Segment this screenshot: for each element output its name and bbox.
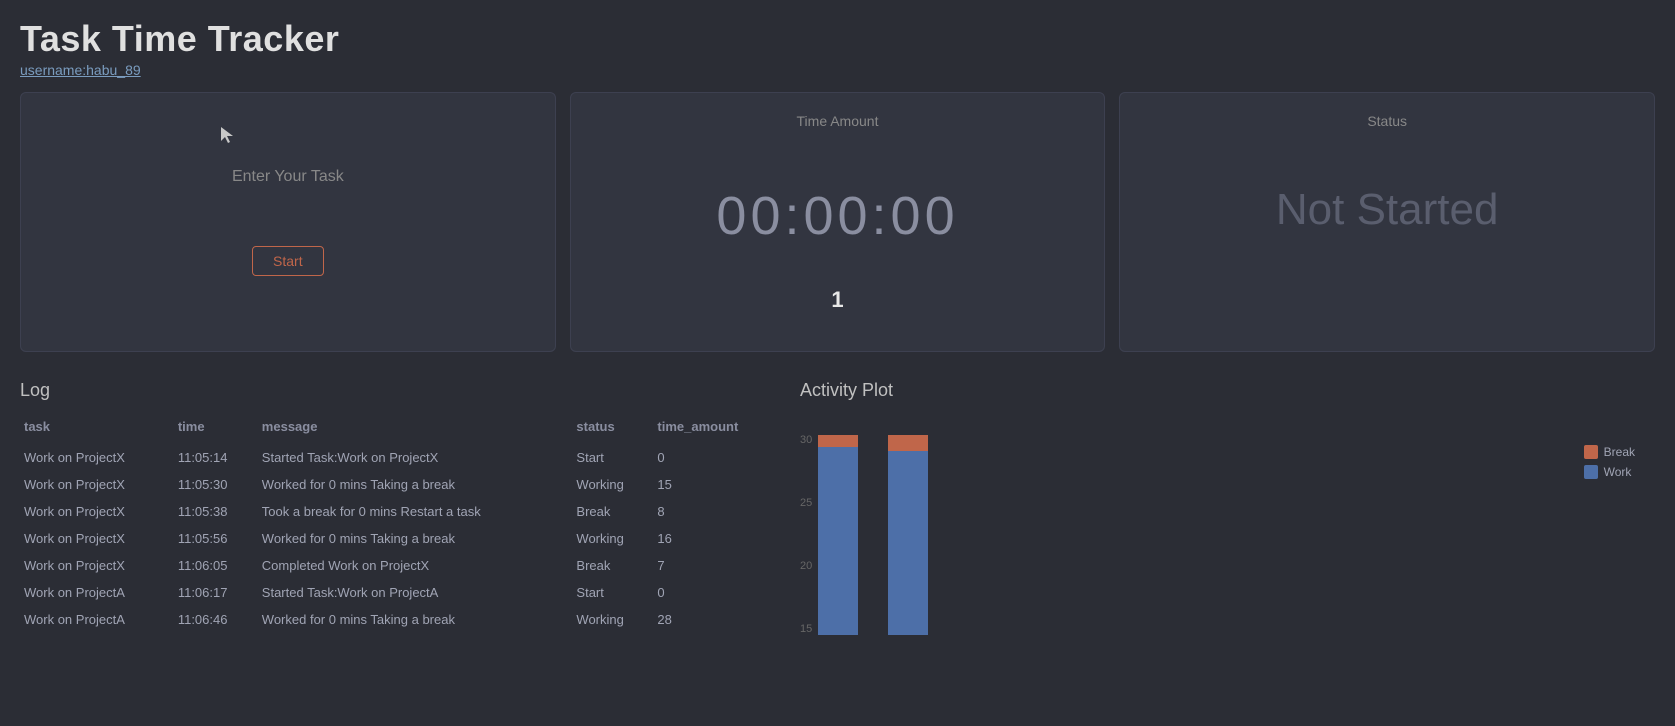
cell-time_amount: 0 <box>653 444 780 471</box>
cell-status: Start <box>572 444 653 471</box>
bar-stack <box>888 435 928 635</box>
y-axis-label: 15 <box>800 624 812 635</box>
status-card-label: Status <box>1367 113 1407 129</box>
bars-area: Break Work <box>818 435 1655 635</box>
y-axis-label: 30 <box>800 435 812 446</box>
cell-task: Work on ProjectX <box>20 498 174 525</box>
legend-break: Break <box>1584 445 1635 459</box>
cell-time_amount: 16 <box>653 525 780 552</box>
cell-status: Break <box>572 552 653 579</box>
log-table: task time message status time_amount Wor… <box>20 415 780 633</box>
y-axis: 30 25 20 15 <box>800 435 812 635</box>
start-button[interactable]: Start <box>252 246 324 276</box>
table-row: Work on ProjectA11:06:46Worked for 0 min… <box>20 606 780 633</box>
cell-message: Started Task:Work on ProjectX <box>258 444 573 471</box>
col-status: status <box>572 415 653 444</box>
cell-task: Work on ProjectA <box>20 606 174 633</box>
bar-work-segment <box>888 451 928 635</box>
username-link[interactable]: username:habu_89 <box>20 62 141 78</box>
bar-group <box>818 435 858 635</box>
cell-time: 11:05:14 <box>174 444 258 471</box>
log-table-body: Work on ProjectX11:05:14Started Task:Wor… <box>20 444 780 633</box>
log-title: Log <box>20 380 780 401</box>
cell-time: 11:05:30 <box>174 471 258 498</box>
task-input[interactable] <box>41 168 535 186</box>
cell-time_amount: 15 <box>653 471 780 498</box>
cell-status: Working <box>572 525 653 552</box>
app-title: Task Time Tracker <box>20 18 1655 60</box>
col-message: message <box>258 415 573 444</box>
cell-message: Completed Work on ProjectX <box>258 552 573 579</box>
table-row: Work on ProjectX11:05:30Worked for 0 min… <box>20 471 780 498</box>
bar-break-segment <box>818 435 858 447</box>
legend-break-color <box>1584 445 1598 459</box>
col-task: task <box>20 415 174 444</box>
time-count: 1 <box>831 287 843 313</box>
cell-time: 11:06:17 <box>174 579 258 606</box>
cell-time: 11:06:46 <box>174 606 258 633</box>
y-axis-label: 25 <box>800 498 812 509</box>
cell-time: 11:05:56 <box>174 525 258 552</box>
cell-time: 11:06:05 <box>174 552 258 579</box>
cell-message: Worked for 0 mins Taking a break <box>258 525 573 552</box>
cell-task: Work on ProjectX <box>20 552 174 579</box>
bar-stack <box>818 435 858 635</box>
cell-status: Start <box>572 579 653 606</box>
table-row: Work on ProjectX11:05:14Started Task:Wor… <box>20 444 780 471</box>
log-table-header: task time message status time_amount <box>20 415 780 444</box>
cell-message: Took a break for 0 mins Restart a task <box>258 498 573 525</box>
col-time: time <box>174 415 258 444</box>
chart-container: 30 25 20 15 Break Work <box>800 415 1655 635</box>
task-input-area: Start <box>41 113 535 331</box>
cell-status: Working <box>572 471 653 498</box>
cell-time: 11:05:38 <box>174 498 258 525</box>
log-section: Log task time message status time_amount… <box>20 380 780 635</box>
legend-work-color <box>1584 465 1598 479</box>
cell-task: Work on ProjectX <box>20 525 174 552</box>
cell-time_amount: 8 <box>653 498 780 525</box>
legend-work: Work <box>1584 465 1635 479</box>
col-time-amount: time_amount <box>653 415 780 444</box>
time-card-label: Time Amount <box>797 113 879 129</box>
table-row: Work on ProjectX11:06:05Completed Work o… <box>20 552 780 579</box>
cell-status: Working <box>572 606 653 633</box>
bottom-section: Log task time message status time_amount… <box>0 360 1675 635</box>
legend-break-label: Break <box>1604 445 1635 459</box>
cell-time_amount: 7 <box>653 552 780 579</box>
bar-break-segment <box>888 435 928 451</box>
task-card: Start <box>20 92 556 352</box>
y-axis-label: 20 <box>800 561 812 572</box>
cell-time_amount: 28 <box>653 606 780 633</box>
status-text: Not Started <box>1276 185 1499 235</box>
time-display: 00:00:00 <box>716 185 958 247</box>
table-row: Work on ProjectX11:05:56Worked for 0 min… <box>20 525 780 552</box>
legend-work-label: Work <box>1604 465 1632 479</box>
bar-work-segment <box>818 447 858 635</box>
table-row: Work on ProjectA11:06:17Started Task:Wor… <box>20 579 780 606</box>
plot-section: Activity Plot 30 25 20 15 Break Work <box>800 380 1655 635</box>
cell-task: Work on ProjectX <box>20 444 174 471</box>
cell-message: Started Task:Work on ProjectA <box>258 579 573 606</box>
table-row: Work on ProjectX11:05:38Took a break for… <box>20 498 780 525</box>
top-cards: Start Time Amount 00:00:00 1 Status Not … <box>0 92 1675 352</box>
cell-task: Work on ProjectX <box>20 471 174 498</box>
status-card: Status Not Started <box>1119 92 1655 352</box>
plot-title: Activity Plot <box>800 380 1655 401</box>
bar-group <box>888 435 928 635</box>
time-card: Time Amount 00:00:00 1 <box>570 92 1106 352</box>
page-header: Task Time Tracker username:habu_89 <box>0 0 1675 88</box>
cell-time_amount: 0 <box>653 579 780 606</box>
cell-task: Work on ProjectA <box>20 579 174 606</box>
chart-legend: Break Work <box>1584 445 1635 479</box>
cell-status: Break <box>572 498 653 525</box>
cell-message: Worked for 0 mins Taking a break <box>258 606 573 633</box>
cell-message: Worked for 0 mins Taking a break <box>258 471 573 498</box>
